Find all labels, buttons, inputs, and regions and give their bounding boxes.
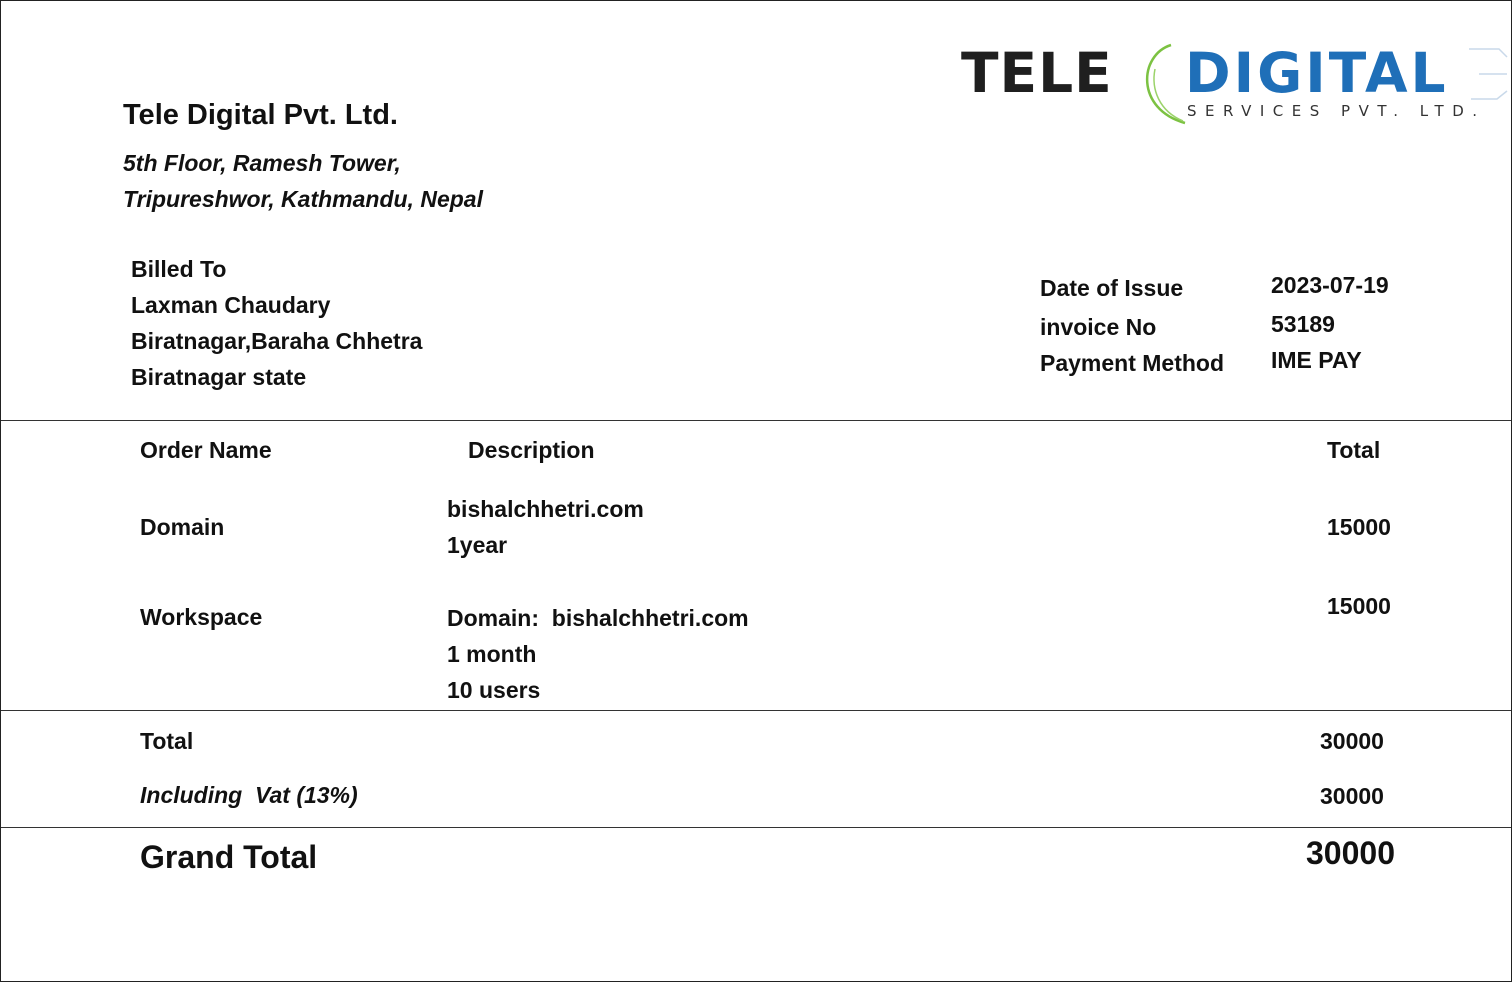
order-name-cell: Workspace	[140, 604, 263, 630]
row-total-cell: 15000	[1327, 514, 1391, 540]
column-header-description: Description	[468, 437, 595, 463]
description-line: 1year	[447, 532, 508, 558]
logo-word-digital: DIGITAL	[1185, 41, 1449, 105]
total-label: Total	[140, 728, 194, 754]
billed-to-address-line2: Biratnagar state	[131, 364, 307, 390]
description-line: 1 month	[447, 641, 537, 667]
date-of-issue-value: 2023-07-19	[1271, 272, 1389, 298]
logo-tagline: SERVICES PVT. LTD.	[1187, 102, 1486, 120]
logo-word-tele: TELE	[961, 41, 1113, 105]
company-address-line1: 5th Floor, Ramesh Tower,	[123, 150, 401, 176]
billed-to-address-line1: Biratnagar,Baraha Chhetra	[131, 328, 423, 354]
vat-value: 30000	[1320, 783, 1384, 809]
description-line: 10 users	[447, 677, 541, 703]
company-logo: TELE DIGITAL SERVICES PVT. LTD.	[959, 39, 1509, 131]
description-line: Domain: bishalchhetri.com	[447, 605, 749, 631]
billed-to-name: Laxman Chaudary	[131, 292, 331, 318]
description-line: bishalchhetri.com	[447, 496, 644, 522]
company-address-line2: Tripureshwor, Kathmandu, Nepal	[123, 186, 483, 212]
invoice-number-value: 53189	[1271, 311, 1335, 337]
vat-label: Including Vat (13%)	[140, 782, 358, 808]
divider-items	[1, 710, 1511, 711]
payment-method-value: IME PAY	[1271, 347, 1362, 373]
company-name: Tele Digital Pvt. Ltd.	[123, 99, 398, 131]
divider-header	[1, 420, 1511, 421]
billed-to-heading: Billed To	[131, 256, 227, 282]
grand-total-value: 30000	[1306, 835, 1395, 871]
column-header-total: Total	[1327, 437, 1381, 463]
divider-summary	[1, 827, 1511, 828]
invoice-number-label: invoice No	[1040, 314, 1157, 340]
invoice-page: TELE DIGITAL SERVICES PVT. LTD. Tele Dig…	[0, 0, 1512, 982]
grand-total-label: Grand Total	[140, 839, 318, 875]
order-name-cell: Domain	[140, 514, 225, 540]
column-header-order-name: Order Name	[140, 437, 272, 463]
payment-method-label: Payment Method	[1040, 350, 1225, 376]
row-total-cell: 15000	[1327, 593, 1391, 619]
total-value: 30000	[1320, 728, 1384, 754]
date-of-issue-label: Date of Issue	[1040, 275, 1184, 301]
